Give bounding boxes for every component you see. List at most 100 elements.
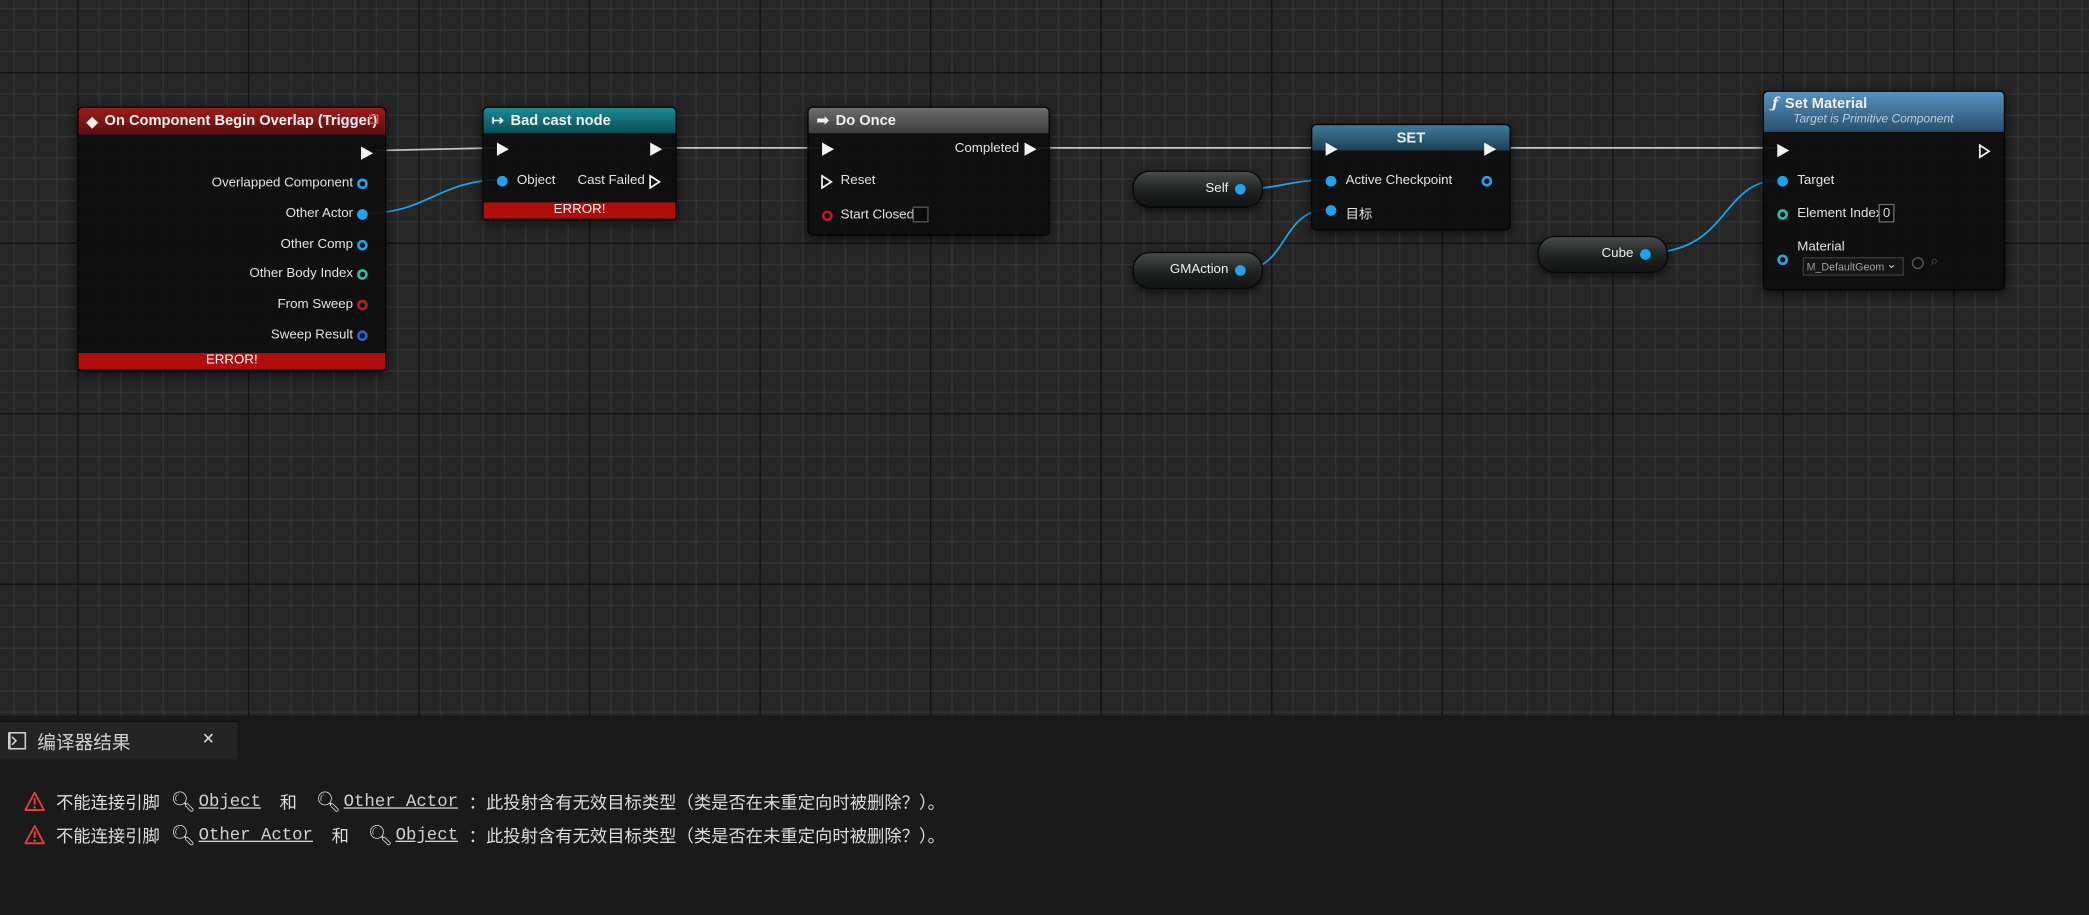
cast-node-header: ↦ Bad cast node [483,107,676,134]
exec-in-pin[interactable] [496,142,509,156]
pin-cube-out[interactable] [1640,249,1651,260]
set-material-subtitle: Target is Primitive Component [1793,111,1954,126]
pin-label-other-actor: Other Actor [285,206,354,222]
compiler-results-icon [7,731,27,750]
pin-active-checkpoint-out[interactable] [1481,175,1493,187]
data-wire-otheractor-to-object [367,178,501,215]
event-node-title: On Component Begin Overlap (Trigger) [104,113,378,130]
event-node-on-component-begin-overlap[interactable]: ◆ On Component Begin Overlap (Trigger) O… [77,106,387,372]
chevron-down-icon[interactable]: ⌄ [1887,257,1897,272]
pin-object[interactable] [496,175,508,187]
message-and: 和 [279,792,297,813]
cast-node-bad-cast[interactable]: ↦ Bad cast node Object Cast Failed ERROR… [482,106,677,222]
find-search-icon[interactable]: 🔍︎ [316,789,341,814]
variable-node-cube[interactable]: Cube [1537,235,1669,274]
browse-asset-search-icon[interactable]: ⌕ [1931,254,1938,269]
pin-label-cast-failed: Cast Failed [577,173,645,188]
pin-label-reset: Reset [840,173,876,188]
close-tab-icon[interactable]: × [203,727,215,750]
pin-start-closed[interactable] [822,210,833,222]
pin-label-object: Object [516,173,556,188]
event-node-header: ◆ On Component Begin Overlap (Trigger) [78,107,386,135]
compiler-results-tab[interactable]: 编译器结果 × [0,720,238,760]
pin-link-object[interactable]: Object [396,825,458,845]
message-suffix: ：此投射含有无效目标类型（类是否在未重定向时被删除？）。 [468,826,945,847]
find-search-icon[interactable]: 🔍︎ [368,823,393,847]
do-once-title: Do Once [835,112,896,129]
pin-label-material: Material [1797,239,1845,255]
delegate-pin-icon[interactable] [369,114,379,124]
pin-self-out[interactable] [1235,183,1246,195]
pin-material[interactable] [1777,254,1788,266]
pin-other-actor[interactable] [357,209,368,220]
pin-link-other-actor[interactable]: Other Actor [199,825,313,845]
compiler-results-panel: 编译器结果 × 不能连接引脚 🔍︎ Object 和 🔍︎ Other Acto… [0,715,2089,915]
message-prefix: 不能连接引脚 [55,792,160,813]
error-banner: ERROR! [78,353,386,370]
pin-link-other-actor[interactable]: Other Actor [344,791,458,811]
set-variable-node[interactable]: SET Active Checkpoint 目标 [1310,123,1511,231]
use-selected-asset-icon[interactable] [1911,257,1924,270]
function-node-set-material[interactable]: ƒ Set Material Target is Primitive Compo… [1762,90,2006,291]
warning-triangle-icon [24,791,45,811]
exec-in-pin[interactable] [1325,142,1338,156]
pin-target[interactable] [1777,175,1788,187]
variable-node-gmaction[interactable]: GMAction [1132,251,1264,290]
pin-label-other-body-index: Other Body Index [249,266,354,282]
pin-label-from-sweep: From Sweep [277,297,354,312]
macro-node-do-once[interactable]: ➡ Do Once Completed Reset Start Closed [807,106,1050,236]
cast-arrow-icon: ↦ [491,113,504,130]
pin-other-comp[interactable] [357,239,368,251]
error-banner: ERROR! [483,202,676,219]
message-prefix: 不能连接引脚 [55,826,160,847]
set-node-header: SET [1312,125,1510,151]
exec-out-pin[interactable] [1978,143,1991,159]
message-and: 和 [331,826,349,847]
pin-label-completed: Completed [954,141,1020,156]
exec-in-reset-pin[interactable] [821,174,833,190]
pin-label-target: Target [1797,173,1835,188]
do-once-header: ➡ Do Once [808,107,1049,134]
compiler-results-title: 编译器结果 [37,731,131,753]
macro-arrow-icon: ➡ [816,113,829,130]
material-dropdown-value: M_DefaultGeom [1806,261,1885,274]
warning-triangle-icon [24,825,45,845]
variable-label-gmaction: GMAction [1169,262,1229,278]
find-search-icon[interactable]: 🔍︎ [171,789,196,814]
pin-overlapped-component[interactable] [357,178,368,190]
exec-in-pin[interactable] [822,142,835,156]
pin-gmaction-out[interactable] [1235,265,1246,276]
exec-out-pin[interactable] [361,146,374,160]
variable-node-self[interactable]: Self [1132,170,1264,208]
pin-active-checkpoint-in[interactable] [1325,175,1337,187]
pin-label-other-comp: Other Comp [280,237,354,252]
pin-sweep-result[interactable] [357,330,368,342]
pin-label-active-checkpoint: Active Checkpoint [1345,173,1453,188]
pin-label-sweep-result: Sweep Result [270,327,354,343]
exec-out-cast-failed-pin[interactable] [649,174,661,190]
find-search-icon[interactable]: 🔍︎ [171,823,196,847]
pin-label-element-index: Element Index [1797,206,1883,222]
event-diamond-icon: ◆ [86,113,98,130]
pin-other-body-index[interactable] [357,269,368,280]
cast-node-title: Bad cast node [510,112,611,129]
pin-label-overlapped-component: Overlapped Component [211,175,354,191]
compiler-message: 不能连接引脚 🔍︎ Object 和 🔍︎ Other Actor ：此投射含有… [24,789,945,814]
exec-out-pin[interactable] [1484,142,1497,156]
exec-out-pin[interactable] [650,142,663,156]
exec-out-completed-pin[interactable] [1024,142,1037,156]
variable-label-self: Self [1205,181,1229,196]
start-closed-checkbox[interactable] [912,206,929,223]
pin-from-sweep[interactable] [357,299,368,311]
pin-link-object[interactable]: Object [199,791,261,811]
exec-in-pin[interactable] [1777,143,1790,158]
pin-target[interactable] [1325,205,1337,216]
pin-element-index[interactable] [1777,209,1788,220]
set-material-title: Set Material [1784,95,1868,112]
pin-label-target: 目标 [1345,207,1373,223]
element-index-input[interactable]: 0 [1878,203,1895,223]
function-icon: ƒ [1771,94,1779,112]
blueprint-graph-canvas[interactable]: ◆ On Component Begin Overlap (Trigger) O… [0,0,2089,716]
variable-label-cube: Cube [1601,246,1634,262]
set-node-title: SET [1396,129,1426,146]
